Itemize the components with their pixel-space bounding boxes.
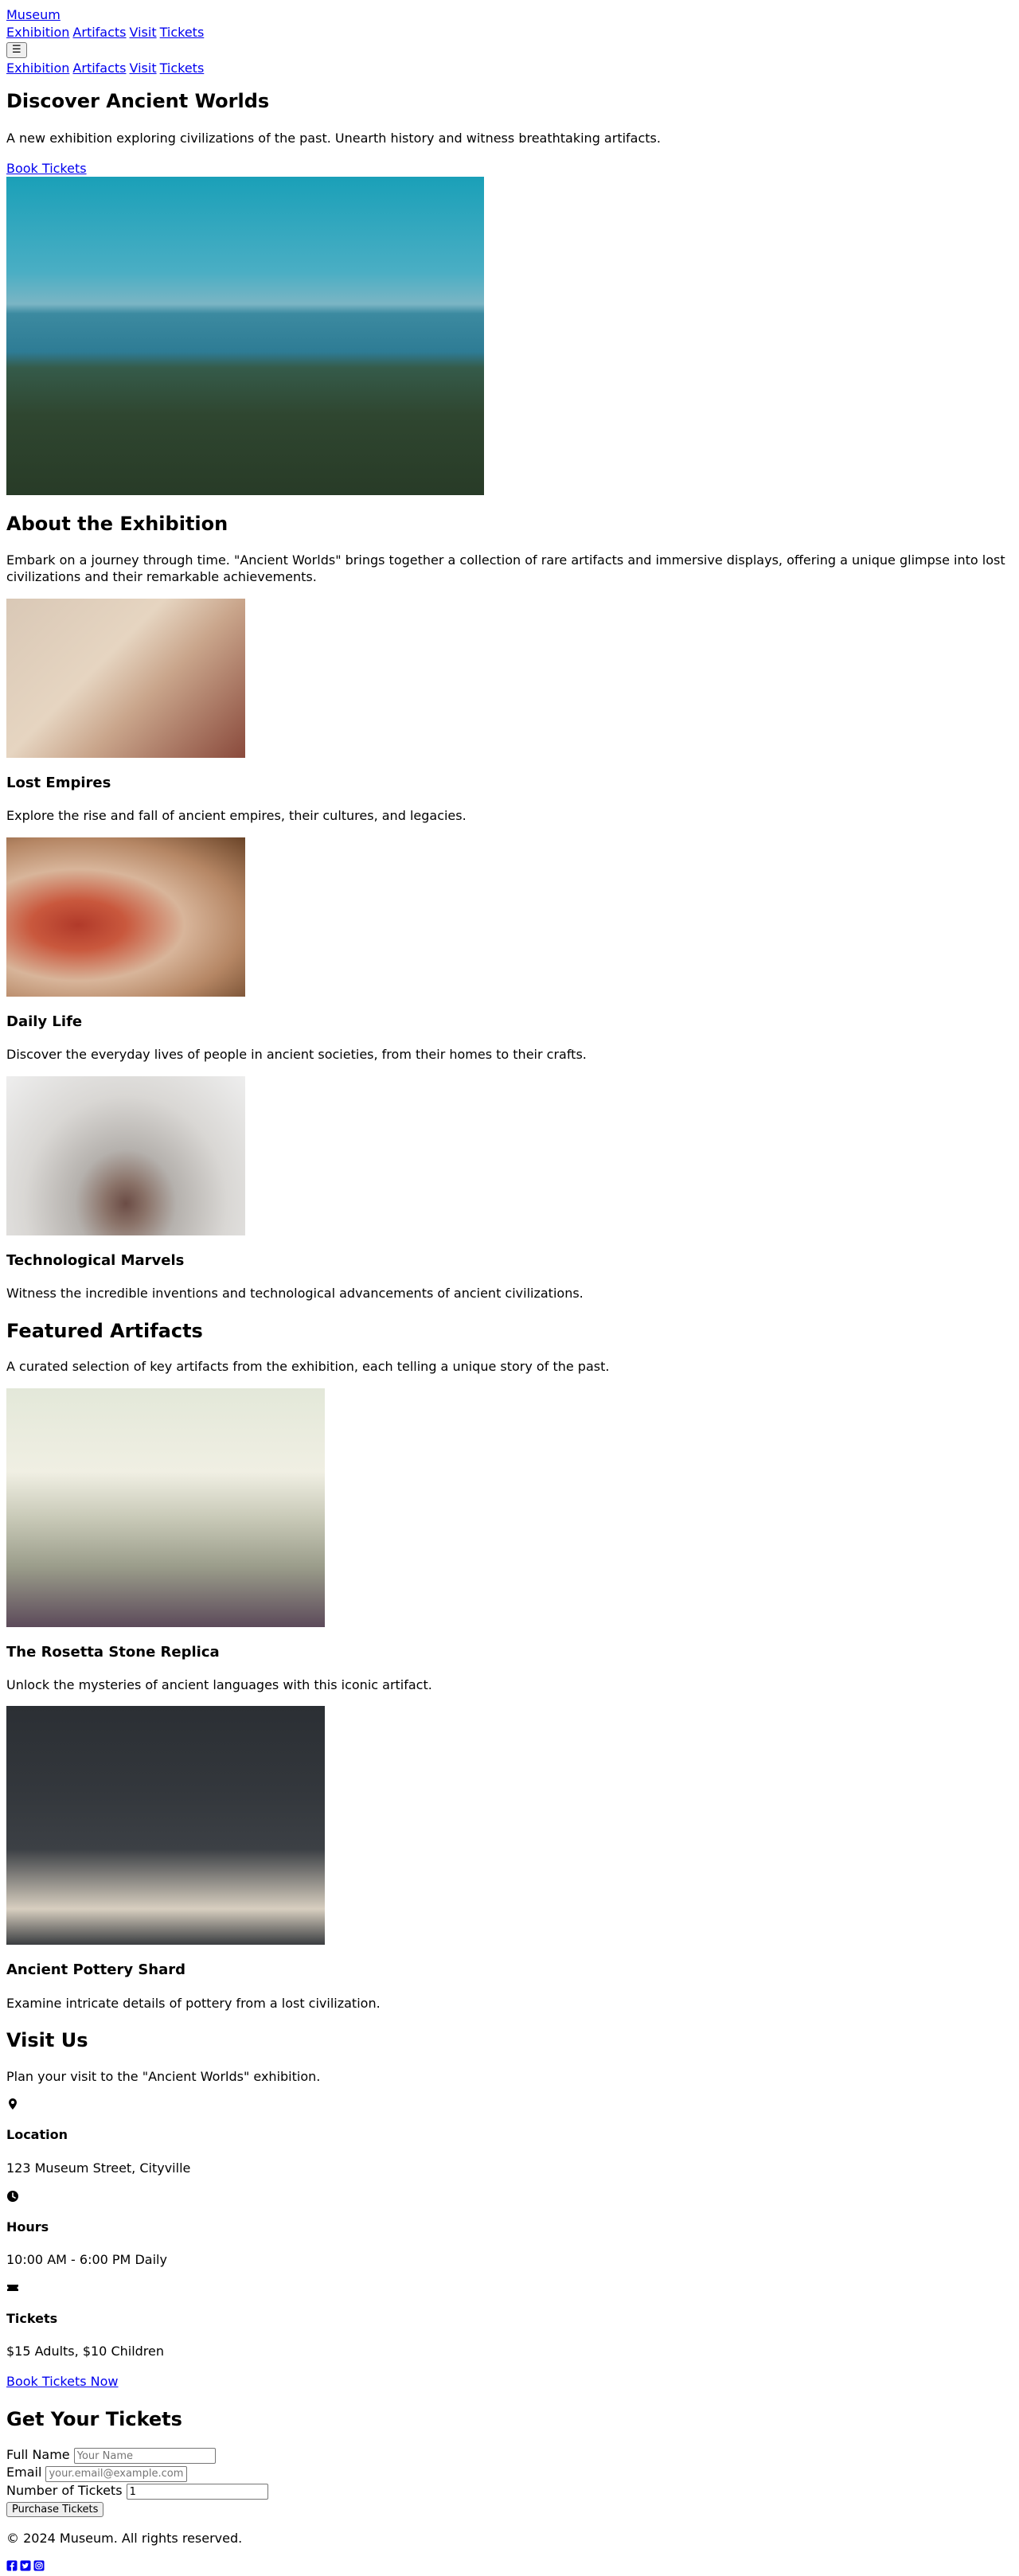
email-row: Email bbox=[6, 2464, 1013, 2482]
tickets-title: Get Your Tickets bbox=[6, 2407, 182, 2430]
visit-section: Visit Us Plan your visit to the "Ancient… bbox=[6, 2028, 1013, 2390]
info-title: Location bbox=[6, 2127, 68, 2143]
card-text: Witness the incredible inventions and te… bbox=[6, 1286, 584, 1302]
mobile-nav-link-artifacts[interactable]: Artifacts bbox=[72, 60, 126, 76]
artifacts-section: Featured Artifacts A curated selection o… bbox=[6, 1318, 1013, 2012]
social-links bbox=[6, 2560, 1013, 2571]
book-tickets-link[interactable]: Book Tickets bbox=[6, 161, 87, 176]
map-pin-icon bbox=[9, 2098, 17, 2110]
mobile-nav: Exhibition Artifacts Visit Tickets bbox=[6, 60, 1013, 77]
copyright-text: © 2024 Museum. All rights reserved. bbox=[6, 2531, 243, 2547]
name-input[interactable] bbox=[73, 2448, 216, 2465]
mobile-nav-link-tickets[interactable]: Tickets bbox=[160, 60, 205, 76]
about-text: Embark on a journey through time. "Ancie… bbox=[6, 552, 1005, 585]
card-text: Explore the rise and fall of ancient emp… bbox=[6, 808, 467, 824]
purchase-tickets-button[interactable]: Purchase Tickets bbox=[6, 2502, 104, 2518]
nav-link-visit[interactable]: Visit bbox=[130, 25, 157, 40]
info-title: Hours bbox=[6, 2219, 49, 2234]
visit-info-hours: Hours 10:00 AM - 6:00 PM Daily bbox=[6, 2190, 1013, 2269]
instagram-link[interactable] bbox=[33, 2560, 45, 2571]
book-tickets-now-link[interactable]: Book Tickets Now bbox=[6, 2374, 119, 2389]
clock-icon bbox=[7, 2190, 18, 2202]
rosetta-stone-image bbox=[6, 1388, 325, 1627]
about-card: Technological Marvels Witness the incred… bbox=[6, 1075, 1013, 1302]
facebook-link[interactable] bbox=[6, 2560, 18, 2571]
twitter-link[interactable] bbox=[20, 2560, 31, 2571]
menu-toggle-button[interactable]: ☰ bbox=[6, 42, 27, 59]
email-label: Email bbox=[6, 2465, 42, 2480]
daily-life-image bbox=[6, 837, 245, 997]
about-title: About the Exhibition bbox=[6, 513, 228, 536]
info-text: 123 Museum Street, Cityville bbox=[6, 2160, 191, 2176]
hero-section: Discover Ancient Worlds A new exhibition… bbox=[6, 88, 1013, 496]
visit-info-tickets: Tickets $15 Adults, $10 Children bbox=[6, 2281, 1013, 2360]
mobile-nav-link-visit[interactable]: Visit bbox=[130, 60, 157, 76]
about-card: Lost Empires Explore the rise and fall o… bbox=[6, 598, 1013, 825]
hero-image bbox=[6, 177, 484, 496]
card-text: Discover the everyday lives of people in… bbox=[6, 1047, 587, 1063]
page: Museum Exhibition Artifacts Visit Tickets ☰… bbox=[0, 0, 1019, 2571]
technological-marvels-image bbox=[6, 1075, 245, 1235]
instagram-icon bbox=[33, 2560, 45, 2571]
main-nav: Exhibition Artifacts Visit Tickets bbox=[6, 24, 1013, 41]
hero-title: Discover Ancient Worlds bbox=[6, 89, 270, 112]
artifact-text: Unlock the mysteries of ancient language… bbox=[6, 1676, 432, 1692]
facebook-icon bbox=[6, 2560, 18, 2571]
email-input[interactable] bbox=[45, 2465, 188, 2482]
site-header: Museum Exhibition Artifacts Visit Tickets ☰… bbox=[6, 6, 1013, 77]
ticket-icon bbox=[7, 2284, 18, 2291]
ticket-form: Full Name Email Number of Tickets Purcha… bbox=[6, 2446, 1013, 2518]
info-text: 10:00 AM - 6:00 PM Daily bbox=[6, 2252, 167, 2268]
twitter-icon bbox=[20, 2560, 31, 2571]
artifact-title: The Rosetta Stone Replica bbox=[6, 1643, 220, 1661]
ticket-count-label: Number of Tickets bbox=[6, 2482, 123, 2498]
info-title: Tickets bbox=[6, 2310, 58, 2326]
card-title: Lost Empires bbox=[6, 774, 111, 791]
about-card: Daily Life Discover the everyday lives o… bbox=[6, 837, 1013, 1064]
artifact-title: Ancient Pottery Shard bbox=[6, 1961, 186, 1979]
logo-link[interactable]: Museum bbox=[6, 7, 61, 22]
nav-link-tickets[interactable]: Tickets bbox=[160, 25, 205, 40]
visit-intro: Plan your visit to the "Ancient Worlds" … bbox=[6, 2068, 321, 2084]
about-section: About the Exhibition Embark on a journey… bbox=[6, 511, 1013, 1302]
artifact-card: Ancient Pottery Shard Examine intricate … bbox=[6, 1706, 1013, 2012]
visit-title: Visit Us bbox=[6, 2029, 88, 2052]
artifacts-intro: A curated selection of key artifacts fro… bbox=[6, 1359, 610, 1374]
card-title: Daily Life bbox=[6, 1013, 83, 1030]
tickets-section: Get Your Tickets Full Name Email Number … bbox=[6, 2406, 1013, 2518]
artifacts-title: Featured Artifacts bbox=[6, 1319, 203, 1342]
artifact-card: The Rosetta Stone Replica Unlock the mys… bbox=[6, 1388, 1013, 1694]
lost-empires-image bbox=[6, 598, 245, 758]
info-text: $15 Adults, $10 Children bbox=[6, 2344, 165, 2359]
name-row: Full Name bbox=[6, 2446, 1013, 2465]
nav-link-artifacts[interactable]: Artifacts bbox=[72, 25, 126, 40]
visit-info-location: Location 123 Museum Street, Cityville bbox=[6, 2098, 1013, 2176]
name-label: Full Name bbox=[6, 2446, 70, 2462]
mobile-nav-link-exhibition[interactable]: Exhibition bbox=[6, 60, 69, 76]
ticket-count-row: Number of Tickets bbox=[6, 2482, 1013, 2500]
nav-link-exhibition[interactable]: Exhibition bbox=[6, 25, 69, 40]
site-footer: © 2024 Museum. All rights reserved. bbox=[6, 2530, 1013, 2571]
hero-subtitle: A new exhibition exploring civilizations… bbox=[6, 131, 661, 146]
artifact-text: Examine intricate details of pottery fro… bbox=[6, 1995, 381, 2011]
card-title: Technological Marvels bbox=[6, 1251, 185, 1269]
ticket-count-input[interactable] bbox=[126, 2484, 268, 2500]
pottery-shard-image bbox=[6, 1706, 325, 1946]
